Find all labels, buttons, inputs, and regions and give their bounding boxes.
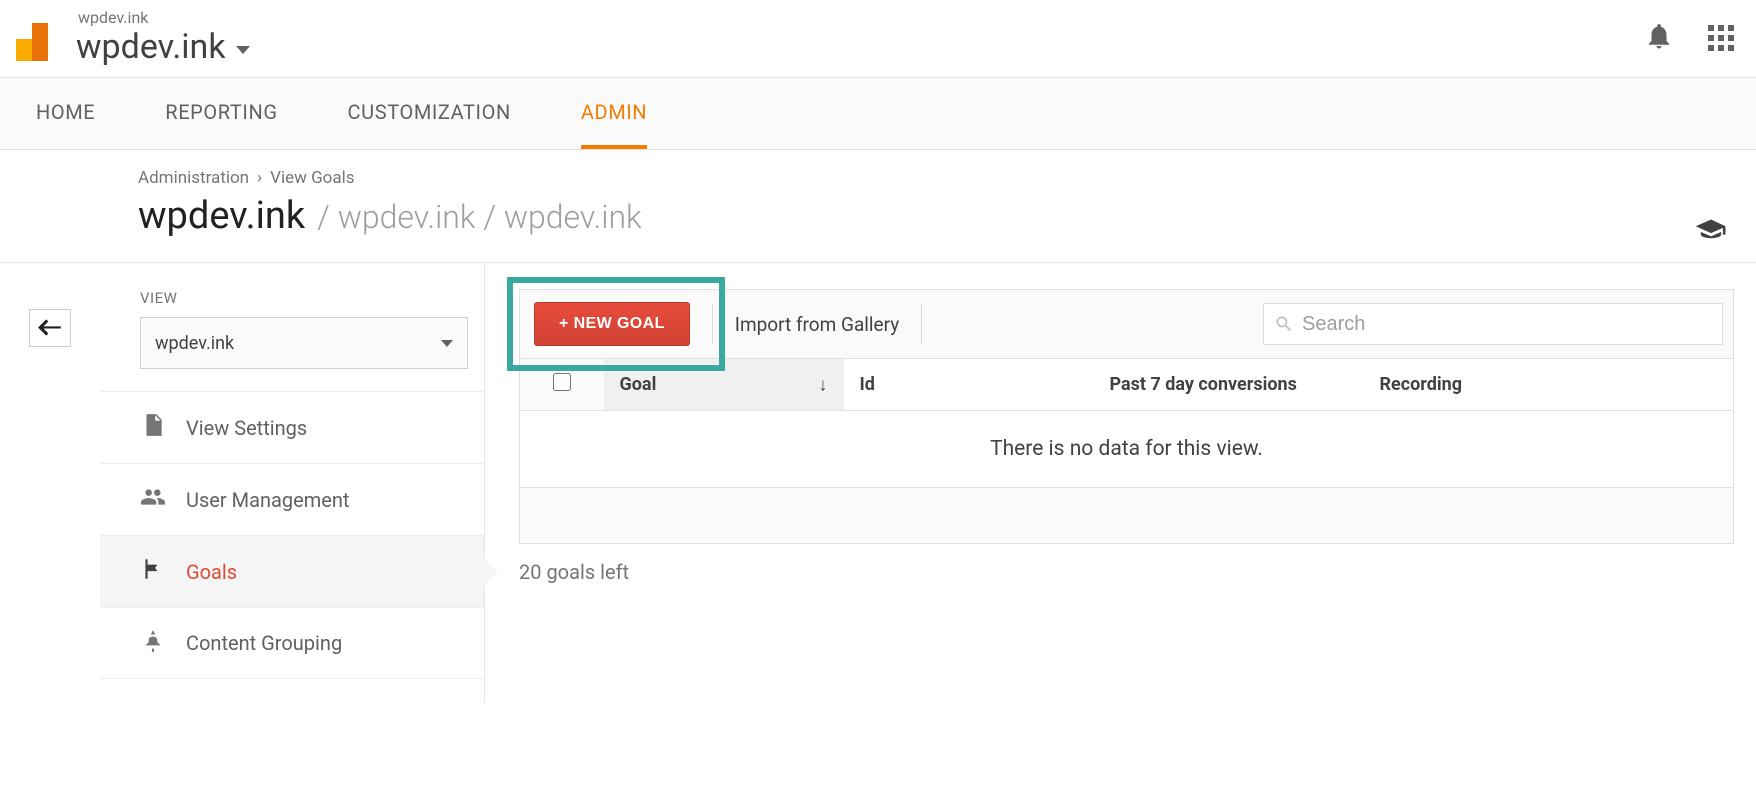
main-nav: HOME REPORTING CUSTOMIZATION ADMIN <box>0 78 1756 150</box>
sidebar-item-user-management[interactable]: User Management <box>100 463 484 535</box>
breadcrumb-parent[interactable]: Administration <box>138 168 249 188</box>
toolbar-separator <box>921 304 922 344</box>
sidebar-item-label: View Settings <box>186 416 307 440</box>
document-icon <box>140 412 166 443</box>
main-content: + NEW GOAL Import from Gallery Go <box>485 263 1756 703</box>
goals-table: Goal ↓ Id Past 7 day conversions Recordi… <box>519 358 1734 488</box>
select-all-checkbox[interactable] <box>553 373 571 391</box>
top-bar: wpdev.ink wpdev.ink <box>0 0 1756 78</box>
users-icon <box>140 484 166 515</box>
search-box[interactable] <box>1263 303 1723 345</box>
new-goal-button[interactable]: + NEW GOAL <box>534 302 690 346</box>
view-sidebar: VIEW wpdev.ink View Settings User Manage… <box>100 263 485 703</box>
nav-tab-home[interactable]: HOME <box>36 78 95 149</box>
goals-remaining-label: 20 goals left <box>519 560 1734 584</box>
property-selector[interactable]: wpdev.ink wpdev.ink <box>74 8 250 67</box>
person-grouping-icon <box>140 628 166 659</box>
page-title-path: / wpdev.ink / wpdev.ink <box>317 198 642 236</box>
col-header-goal[interactable]: Goal ↓ <box>604 359 844 411</box>
sidebar-item-view-settings[interactable]: View Settings <box>100 391 484 463</box>
nav-tab-admin[interactable]: ADMIN <box>581 78 647 149</box>
select-all-header <box>520 359 604 411</box>
view-select-dropdown[interactable]: wpdev.ink <box>140 317 468 369</box>
sort-desc-icon: ↓ <box>819 374 828 395</box>
property-small-label: wpdev.ink <box>74 8 250 27</box>
sidebar-item-label: Content Grouping <box>186 631 342 655</box>
search-icon <box>1274 314 1294 334</box>
sidebar-item-content-grouping[interactable]: Content Grouping <box>100 607 484 679</box>
nav-tab-reporting[interactable]: REPORTING <box>165 78 277 149</box>
breadcrumb-current: View Goals <box>270 168 354 188</box>
breadcrumb: Administration › View Goals <box>138 168 1756 188</box>
sidebar-item-label: User Management <box>186 488 349 512</box>
back-button[interactable] <box>29 309 71 347</box>
graduation-cap-icon[interactable] <box>1694 216 1728 244</box>
sidebar-item-goals[interactable]: Goals <box>100 535 484 607</box>
empty-state-message: There is no data for this view. <box>520 411 1734 488</box>
sidebar-item-label: Goals <box>186 560 237 584</box>
apps-grid-icon[interactable] <box>1708 25 1734 51</box>
notifications-icon[interactable] <box>1644 21 1674 55</box>
view-select-value: wpdev.ink <box>155 333 234 354</box>
search-input[interactable] <box>1302 313 1712 336</box>
nav-tab-customization[interactable]: CUSTOMIZATION <box>348 78 511 149</box>
col-header-recording[interactable]: Recording <box>1364 359 1734 411</box>
property-large-label: wpdev.ink <box>76 27 226 67</box>
toolbar-separator <box>712 304 713 344</box>
caret-down-icon <box>441 340 453 347</box>
page-header: Administration › View Goals wpdev.ink / … <box>0 150 1756 263</box>
breadcrumb-separator: › <box>257 168 262 188</box>
goals-toolbar: + NEW GOAL Import from Gallery <box>520 290 1733 358</box>
analytics-logo-icon <box>10 21 54 65</box>
flag-icon <box>140 556 166 587</box>
table-footer <box>519 488 1734 544</box>
caret-down-icon <box>236 46 250 54</box>
col-header-id[interactable]: Id <box>844 359 1094 411</box>
sidebar-section-label: VIEW <box>100 289 484 317</box>
page-title: wpdev.ink <box>138 194 305 238</box>
col-header-past7[interactable]: Past 7 day conversions <box>1094 359 1364 411</box>
left-gutter <box>0 263 100 703</box>
import-from-gallery-link[interactable]: Import from Gallery <box>735 313 899 336</box>
